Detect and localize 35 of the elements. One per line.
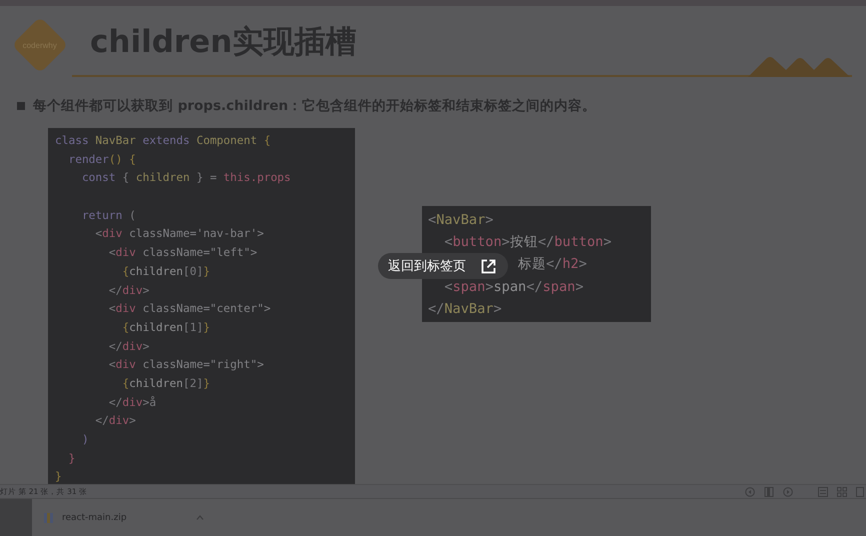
- code-line: {children[0]}: [121, 264, 210, 280]
- code-line: return (: [80, 208, 136, 224]
- code-line: </NavBar>: [428, 300, 502, 319]
- code-line: const { children } = this.props: [80, 170, 291, 186]
- code-line: </div>å: [108, 394, 156, 411]
- grid-view-icon[interactable]: [837, 486, 847, 496]
- code-line: render() {: [67, 152, 136, 168]
- code-line: </div>: [108, 338, 150, 355]
- code-line: </div>: [108, 282, 150, 298]
- caret-up-icon[interactable]: [196, 515, 204, 520]
- code-line: ): [80, 432, 89, 448]
- panel-icon[interactable]: [764, 486, 774, 496]
- bullet-icon: [17, 102, 25, 110]
- code-line: 标题</h2>: [518, 255, 587, 274]
- code-line: <NavBar>: [428, 211, 494, 230]
- code-line: <div className="center">: [108, 301, 271, 318]
- code-line: }: [67, 450, 76, 467]
- code-line: <div className='nav-bar'>: [94, 226, 264, 242]
- side-panel: [0, 499, 32, 536]
- code-line: class NavBar extends Component {: [55, 133, 271, 149]
- outline-view-icon[interactable]: [818, 486, 828, 496]
- code-line: </div>: [94, 413, 136, 430]
- code-line: <span>span</span>: [443, 278, 584, 297]
- tooltip[interactable]: 返回到标签页: [378, 253, 508, 279]
- code-line: <button>按钮</button>: [443, 233, 612, 252]
- external-link-icon: [481, 258, 496, 274]
- code-line: }: [55, 469, 62, 486]
- code-line: <div className="right">: [108, 357, 264, 374]
- code-line: {children[2]}: [121, 376, 210, 392]
- reading-view-icon[interactable]: [856, 486, 864, 496]
- code-line: {children[1]}: [121, 320, 210, 336]
- archive-file-icon: [44, 512, 53, 522]
- code-line: <div className="left">: [108, 245, 258, 262]
- previous-icon[interactable]: [745, 486, 755, 496]
- next-icon[interactable]: [783, 486, 793, 496]
